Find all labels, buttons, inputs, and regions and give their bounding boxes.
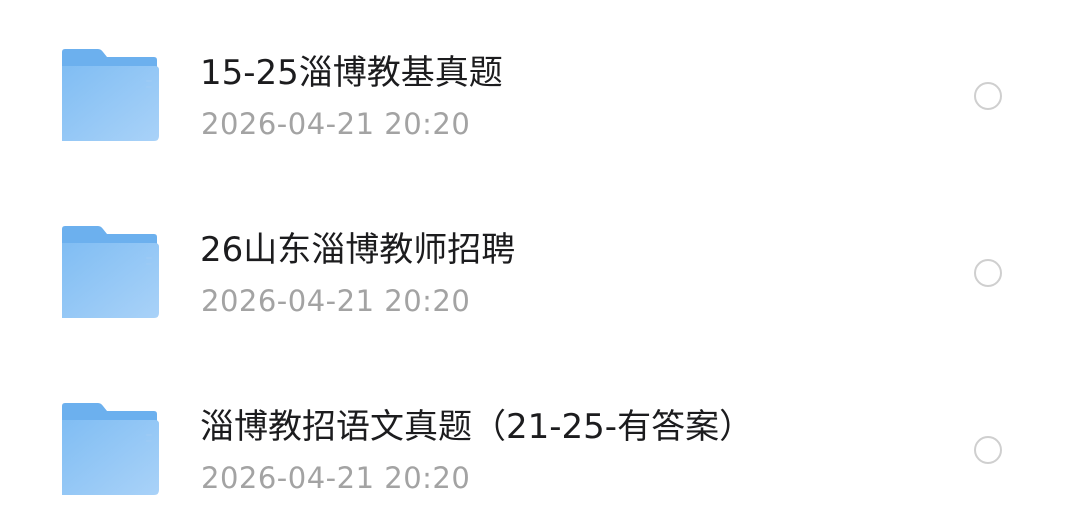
list-item[interactable]: 淄博教招语文真题（21-25-有答案） 2026-04-21 20:20: [0, 354, 1080, 530]
file-name: 26山东淄博教师招聘: [200, 230, 516, 270]
list-item[interactable]: 15-25淄博教基真题 2026-04-21 20:20: [0, 0, 1080, 176]
file-date: 2026-04-21 20:20: [201, 461, 471, 495]
list-item[interactable]: 26山东淄博教师招聘 2026-04-21 20:20: [0, 177, 1080, 353]
select-radio[interactable]: [974, 259, 1002, 287]
folder-icon: [60, 48, 160, 142]
file-date: 2026-04-21 20:20: [201, 107, 471, 141]
file-name: 淄博教招语文真题（21-25-有答案）: [200, 407, 754, 447]
file-list: 15-25淄博教基真题 2026-04-21 20:20 26山东淄博教师招聘 …: [0, 0, 1080, 532]
select-radio[interactable]: [974, 82, 1002, 110]
folder-icon: [60, 402, 160, 496]
file-date: 2026-04-21 20:20: [201, 284, 471, 318]
select-radio[interactable]: [974, 436, 1002, 464]
file-name: 15-25淄博教基真题: [200, 53, 503, 93]
folder-icon: [60, 225, 160, 319]
